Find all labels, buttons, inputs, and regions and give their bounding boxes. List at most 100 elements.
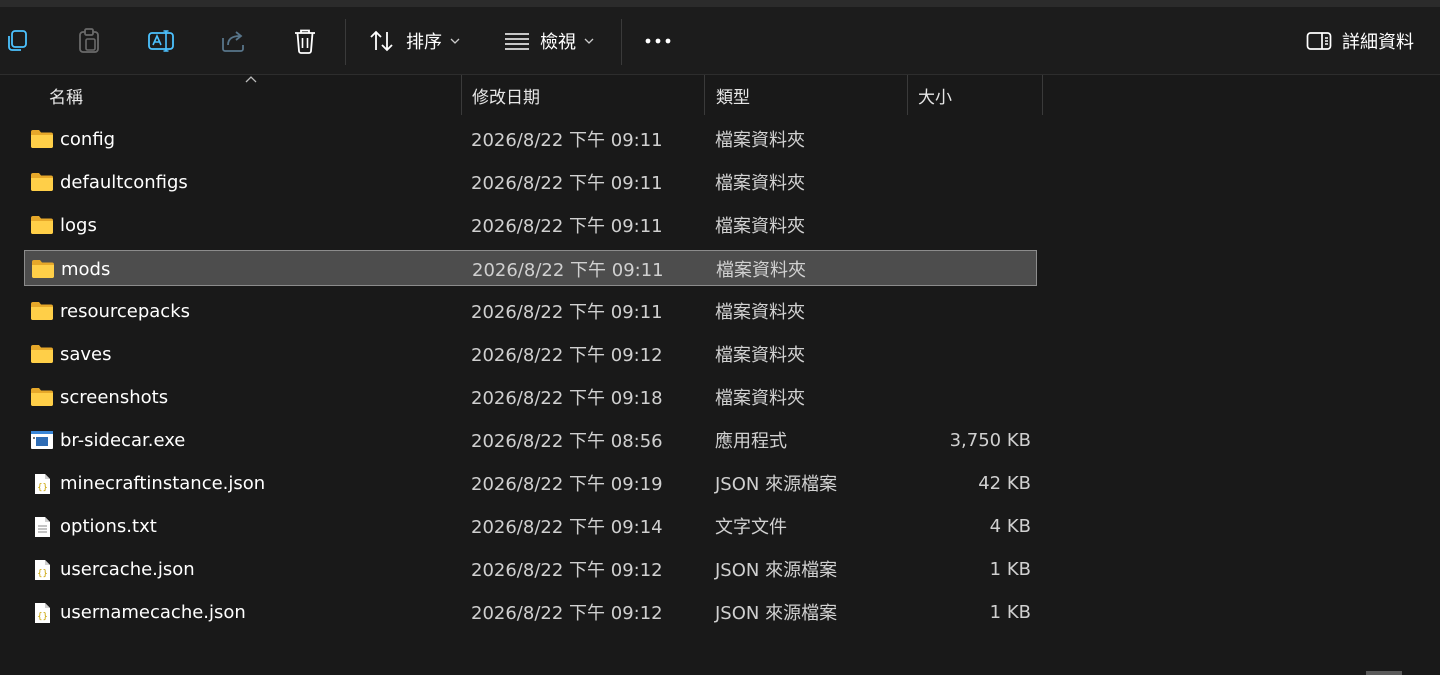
file-modified-date: 2026/8/22 下午 08:56 bbox=[471, 431, 663, 452]
text-file-icon bbox=[30, 516, 54, 537]
copy-icon bbox=[8, 30, 27, 51]
file-row[interactable]: saves 2026/8/22 下午 09:12 檔案資料夾 bbox=[24, 336, 1037, 372]
file-type: 檔案資料夾 bbox=[715, 216, 805, 237]
view-label: 檢視 bbox=[540, 32, 576, 53]
file-type: 檔案資料夾 bbox=[715, 130, 805, 151]
file-modified-date: 2026/8/22 下午 09:11 bbox=[471, 216, 663, 237]
window-top-edge bbox=[0, 0, 1440, 7]
file-row[interactable]: options.txt 2026/8/22 下午 09:14 文字文件 4 KB bbox=[24, 508, 1037, 544]
column-divider[interactable] bbox=[461, 75, 462, 115]
paste-icon bbox=[79, 28, 99, 53]
file-row[interactable]: resourcepacks 2026/8/22 下午 09:11 檔案資料夾 bbox=[24, 293, 1037, 329]
sort-icon bbox=[370, 30, 393, 52]
file-size: 4 KB bbox=[989, 515, 1031, 537]
file-row[interactable]: screenshots 2026/8/22 下午 09:18 檔案資料夾 bbox=[24, 379, 1037, 415]
column-divider[interactable] bbox=[907, 75, 908, 115]
file-size bbox=[914, 121, 1031, 157]
file-modified-date: 2026/8/22 下午 09:11 bbox=[471, 130, 663, 151]
column-header-name[interactable]: 名稱 bbox=[49, 75, 459, 115]
sort-label: 排序 bbox=[406, 32, 442, 53]
file-type: JSON 來源檔案 bbox=[715, 560, 838, 581]
file-size: 1 KB bbox=[989, 601, 1031, 623]
file-row[interactable]: config 2026/8/22 下午 09:11 檔案資料夾 bbox=[24, 121, 1037, 157]
folder-icon bbox=[30, 172, 54, 192]
chevron-down-icon bbox=[450, 38, 460, 44]
file-modified-date: 2026/8/22 下午 09:12 bbox=[471, 603, 663, 624]
file-name: logs bbox=[60, 214, 97, 236]
file-size: 3,750 KB bbox=[949, 429, 1031, 451]
svg-text:{}: {} bbox=[37, 483, 48, 493]
file-size bbox=[914, 379, 1031, 415]
scrollbar-thumb[interactable] bbox=[1366, 671, 1402, 675]
command-bar: 排序 檢視 詳細資料 bbox=[0, 7, 1440, 75]
column-header-type[interactable]: 類型 bbox=[716, 75, 906, 115]
file-type: JSON 來源檔案 bbox=[715, 603, 838, 624]
sort-button[interactable]: 排序 bbox=[360, 7, 470, 75]
folder-icon bbox=[30, 301, 54, 321]
file-modified-date: 2026/8/22 下午 09:11 bbox=[471, 173, 663, 194]
details-pane-button[interactable]: 詳細資料 bbox=[1298, 7, 1428, 75]
exe-icon bbox=[30, 430, 54, 450]
file-name: usernamecache.json bbox=[60, 601, 246, 623]
file-size bbox=[915, 251, 1032, 287]
view-button[interactable]: 檢視 bbox=[496, 7, 606, 75]
paste-button[interactable] bbox=[66, 7, 112, 75]
file-row[interactable]: br-sidecar.exe 2026/8/22 下午 08:56 應用程式 3,75… bbox=[24, 422, 1037, 458]
file-row[interactable]: defaultconfigs 2026/8/22 下午 09:11 檔案資料夾 bbox=[24, 164, 1037, 200]
svg-text:{}: {} bbox=[37, 612, 48, 622]
column-header-size[interactable]: 大小 bbox=[918, 75, 1038, 115]
file-name: mods bbox=[61, 258, 111, 280]
folder-icon bbox=[30, 387, 54, 407]
details-label: 詳細資料 bbox=[1342, 32, 1414, 53]
delete-button[interactable] bbox=[282, 7, 328, 75]
file-name: options.txt bbox=[60, 515, 157, 537]
file-modified-date: 2026/8/22 下午 09:19 bbox=[471, 474, 663, 495]
share-button[interactable] bbox=[210, 7, 256, 75]
file-row[interactable]: mods 2026/8/22 下午 09:11 檔案資料夾 bbox=[24, 250, 1037, 286]
file-name: config bbox=[60, 128, 116, 150]
file-name: usercache.json bbox=[60, 558, 195, 580]
toolbar-separator bbox=[345, 19, 346, 65]
file-size bbox=[914, 164, 1031, 200]
folder-icon bbox=[30, 344, 54, 364]
file-type: JSON 來源檔案 bbox=[715, 474, 838, 495]
file-row[interactable]: logs 2026/8/22 下午 09:11 檔案資料夾 bbox=[24, 207, 1037, 243]
rename-icon bbox=[148, 30, 174, 52]
more-options-button[interactable] bbox=[636, 7, 680, 75]
file-name: saves bbox=[60, 343, 112, 365]
file-type: 檔案資料夾 bbox=[715, 173, 805, 194]
svg-text:{}: {} bbox=[37, 569, 48, 579]
file-row[interactable]: {} usernamecache.json 2026/8/22 下午 09:12 JS… bbox=[24, 594, 1037, 630]
more-icon bbox=[645, 38, 671, 44]
folder-icon bbox=[31, 259, 55, 279]
file-modified-date: 2026/8/22 下午 09:12 bbox=[471, 345, 663, 366]
file-modified-date: 2026/8/22 下午 09:11 bbox=[472, 260, 664, 281]
list-view-icon bbox=[505, 33, 529, 50]
file-type: 應用程式 bbox=[715, 431, 787, 452]
file-type: 文字文件 bbox=[715, 517, 787, 538]
file-size: 42 KB bbox=[978, 472, 1031, 494]
file-name: defaultconfigs bbox=[60, 171, 188, 193]
file-type: 檔案資料夾 bbox=[715, 302, 805, 323]
file-name: minecraftinstance.json bbox=[60, 472, 266, 494]
copy-button[interactable] bbox=[0, 7, 34, 75]
column-divider[interactable] bbox=[704, 75, 705, 115]
file-modified-date: 2026/8/22 下午 09:18 bbox=[471, 388, 663, 409]
file-row[interactable]: {} usercache.json 2026/8/22 下午 09:12 JSON 來… bbox=[24, 551, 1037, 587]
rename-button[interactable] bbox=[138, 7, 184, 75]
file-size bbox=[914, 207, 1031, 243]
folder-icon bbox=[30, 215, 54, 235]
file-type: 檔案資料夾 bbox=[715, 345, 805, 366]
file-type: 檔案資料夾 bbox=[716, 260, 806, 281]
share-icon bbox=[222, 31, 244, 52]
chevron-down-icon bbox=[584, 38, 594, 44]
column-divider[interactable] bbox=[1042, 75, 1043, 115]
column-header-modified[interactable]: 修改日期 bbox=[472, 75, 702, 115]
json-file-icon: {} bbox=[30, 473, 54, 494]
file-row[interactable]: {} minecraftinstance.json 2026/8/22 下午 09:… bbox=[24, 465, 1037, 501]
file-modified-date: 2026/8/22 下午 09:14 bbox=[471, 517, 663, 538]
file-name: resourcepacks bbox=[60, 300, 191, 322]
file-name: br-sidecar.exe bbox=[60, 429, 186, 451]
file-size bbox=[914, 336, 1031, 372]
file-type: 檔案資料夾 bbox=[715, 388, 805, 409]
